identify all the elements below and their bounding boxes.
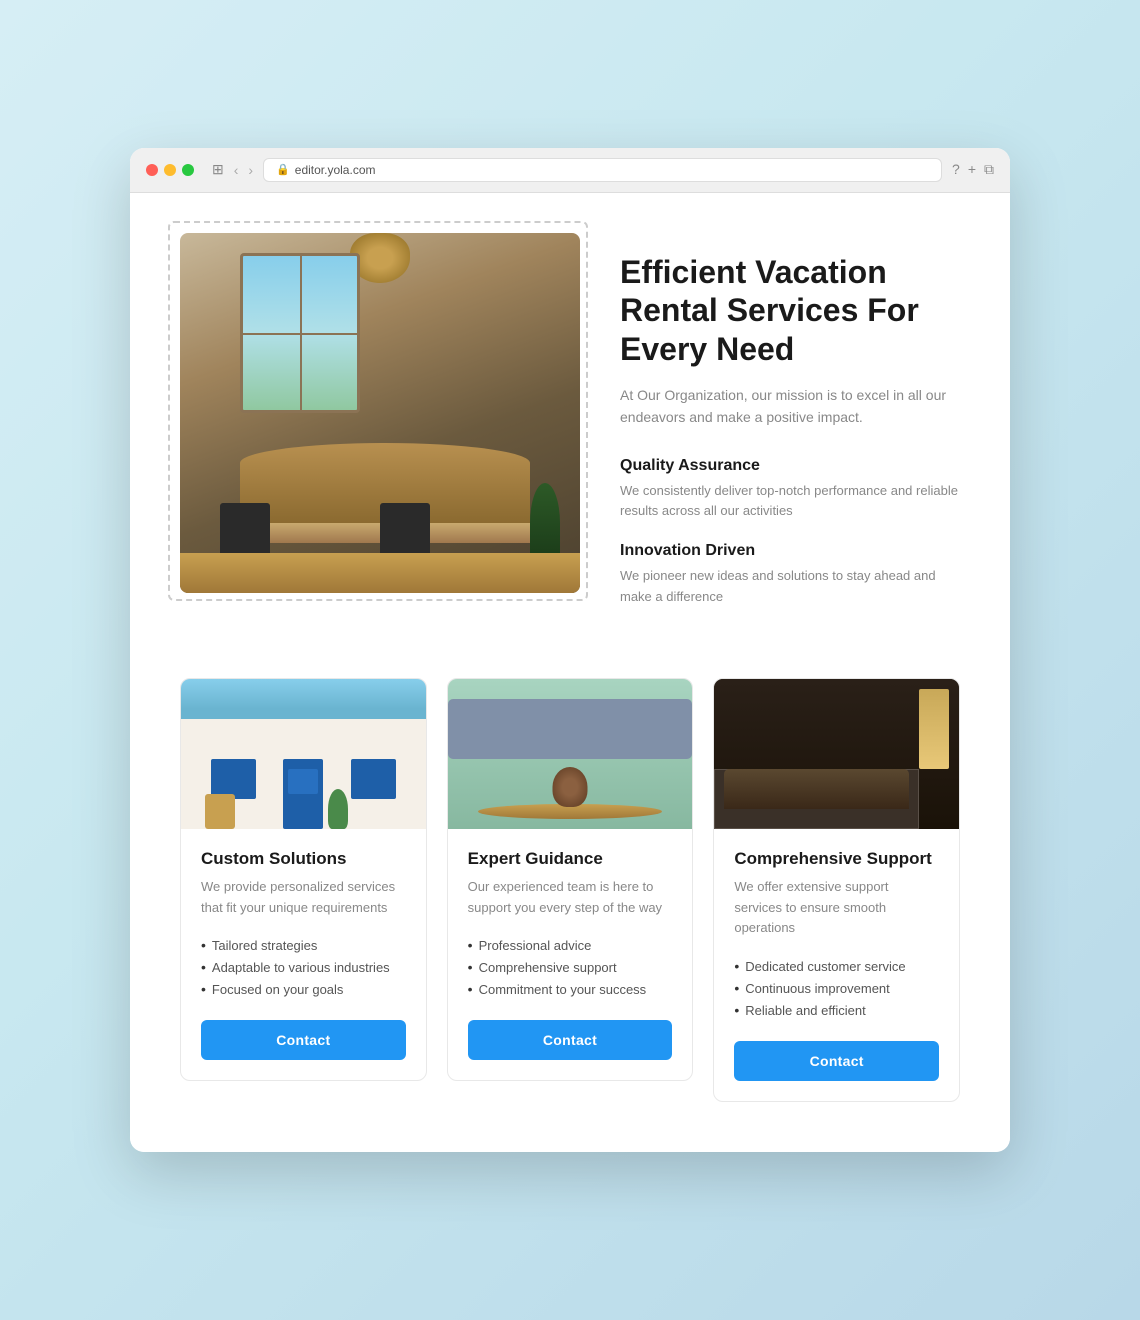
help-icon[interactable]: ? xyxy=(952,161,960,178)
card-image-1 xyxy=(181,679,426,829)
hero-text: Efficient Vacation Rental Services For E… xyxy=(620,233,960,628)
contact-button-1[interactable]: Contact xyxy=(201,1020,406,1060)
extensions-icon[interactable]: ⧉ xyxy=(984,161,994,178)
list-item: Continuous improvement xyxy=(734,977,939,999)
cards-section: Custom Solutions We provide personalized… xyxy=(180,678,960,1102)
browser-chrome: ⊞ ‹ › 🔒 editor.yola.com ? + ⧉ xyxy=(130,148,1010,193)
card-body-1: Custom Solutions We provide personalized… xyxy=(181,829,426,1081)
house-window-right xyxy=(351,759,396,799)
list-item: Focused on your goals xyxy=(201,978,406,1000)
feature-quality-assurance: Quality Assurance We consistently delive… xyxy=(620,457,960,523)
forward-button[interactable]: › xyxy=(248,162,253,178)
hero-image xyxy=(180,233,580,593)
hero-title: Efficient Vacation Rental Services For E… xyxy=(620,253,960,368)
card-list-3: Dedicated customer service Continuous im… xyxy=(734,955,939,1021)
list-item: Comprehensive support xyxy=(468,956,673,978)
house-window-left xyxy=(211,759,256,799)
house-door xyxy=(283,759,323,829)
card-expert-guidance: Expert Guidance Our experienced team is … xyxy=(447,678,694,1082)
card-title-2: Expert Guidance xyxy=(468,849,673,869)
card-custom-solutions: Custom Solutions We provide personalized… xyxy=(180,678,427,1082)
window xyxy=(240,253,360,413)
feature-title-1: Quality Assurance xyxy=(620,457,960,475)
dining-scene xyxy=(180,233,580,593)
page-content: Efficient Vacation Rental Services For E… xyxy=(130,193,1010,1153)
url-text: editor.yola.com xyxy=(295,163,376,177)
plant xyxy=(530,483,560,563)
bed-blanket xyxy=(724,769,909,809)
maximize-button[interactable] xyxy=(182,164,194,176)
back-button[interactable]: ‹ xyxy=(234,162,239,178)
list-item: Adaptable to various industries xyxy=(201,956,406,978)
sidebar-icon[interactable]: ⊞ xyxy=(212,161,224,178)
new-tab-icon[interactable]: + xyxy=(968,161,976,178)
feature-title-2: Innovation Driven xyxy=(620,542,960,560)
feature-innovation-driven: Innovation Driven We pioneer new ideas a… xyxy=(620,542,960,608)
list-item: Tailored strategies xyxy=(201,934,406,956)
list-item: Professional advice xyxy=(468,934,673,956)
card-image-3 xyxy=(714,679,959,829)
card-list-2: Professional advice Comprehensive suppor… xyxy=(468,934,673,1000)
card-desc-1: We provide personalized services that fi… xyxy=(201,877,406,919)
lock-icon: 🔒 xyxy=(276,163,290,176)
traffic-lights xyxy=(146,164,194,176)
browser-window: ⊞ ‹ › 🔒 editor.yola.com ? + ⧉ xyxy=(130,148,1010,1153)
card-desc-3: We offer extensive support services to e… xyxy=(734,877,939,939)
hero-section: Efficient Vacation Rental Services For E… xyxy=(180,233,960,628)
card-title-1: Custom Solutions xyxy=(201,849,406,869)
list-item: Dedicated customer service xyxy=(734,955,939,977)
minimize-button[interactable] xyxy=(164,164,176,176)
address-bar[interactable]: 🔒 editor.yola.com xyxy=(263,158,942,182)
sofa xyxy=(448,699,693,759)
card-comprehensive-support: Comprehensive Support We offer extensive… xyxy=(713,678,960,1102)
hero-image-container xyxy=(180,233,580,593)
feature-desc-1: We consistently deliver top-notch perfor… xyxy=(620,481,960,523)
house-plant xyxy=(328,789,348,829)
browser-actions: ? + ⧉ xyxy=(952,161,994,178)
feature-desc-2: We pioneer new ideas and solutions to st… xyxy=(620,566,960,608)
contact-button-2[interactable]: Contact xyxy=(468,1020,673,1060)
bedroom-window xyxy=(919,689,949,769)
list-item: Commitment to your success xyxy=(468,978,673,1000)
card-list-1: Tailored strategies Adaptable to various… xyxy=(201,934,406,1000)
close-button[interactable] xyxy=(146,164,158,176)
pine-cone xyxy=(553,767,588,807)
list-item: Reliable and efficient xyxy=(734,999,939,1021)
floor xyxy=(180,553,580,593)
card-body-3: Comprehensive Support We offer extensive… xyxy=(714,829,959,1101)
contact-button-3[interactable]: Contact xyxy=(734,1041,939,1081)
outdoor-chair xyxy=(205,794,235,829)
card-image-2 xyxy=(448,679,693,829)
card-desc-2: Our experienced team is here to support … xyxy=(468,877,673,919)
hero-description: At Our Organization, our mission is to e… xyxy=(620,384,960,429)
card-body-2: Expert Guidance Our experienced team is … xyxy=(448,829,693,1081)
card-title-3: Comprehensive Support xyxy=(734,849,939,869)
